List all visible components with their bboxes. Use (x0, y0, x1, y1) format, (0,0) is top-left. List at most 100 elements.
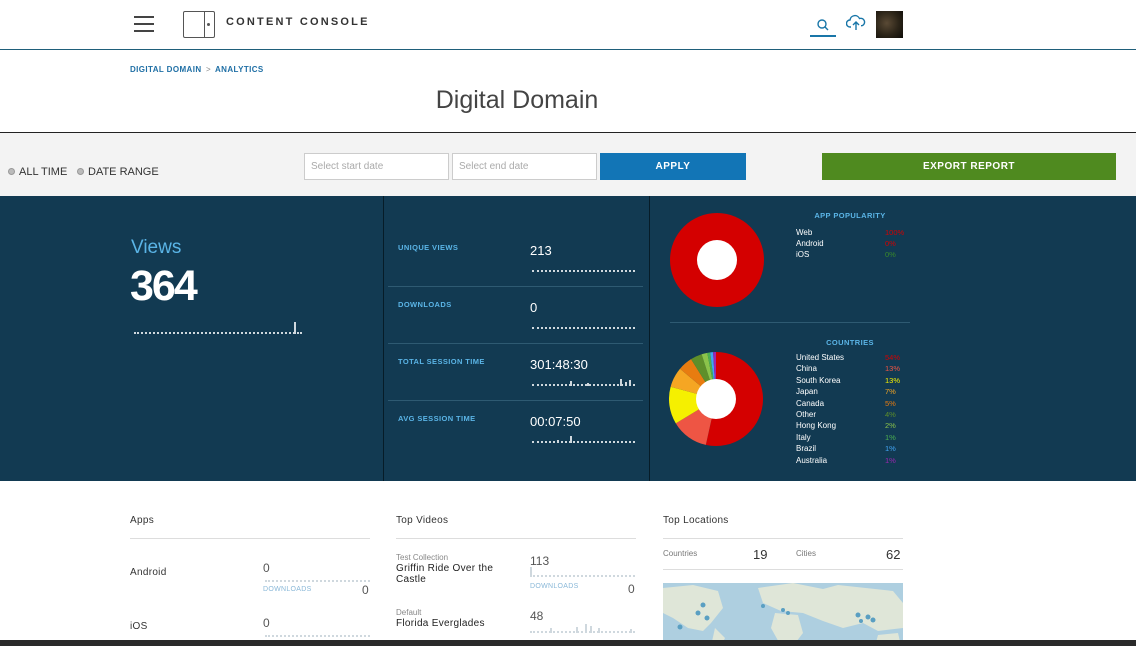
metric-label-downloads: DOWNLOADS (398, 300, 452, 309)
countries-donut (669, 352, 763, 446)
legend-name: China (796, 364, 817, 374)
downloads-label: DOWNLOADS (530, 583, 579, 590)
legend-name: United States (796, 353, 845, 362)
legend-value: 13% (885, 375, 901, 385)
metric-label-total-session-time: TOTAL SESSION TIME (398, 357, 485, 366)
divider (388, 400, 643, 401)
video-collection: Test Collection (396, 553, 449, 562)
metric-value-total-session-time: 301:48:30 (530, 357, 588, 372)
top-locations-section-title: Top Locations (663, 515, 729, 526)
video-views: 113 (530, 554, 550, 568)
unique-views-sparkline (532, 262, 635, 272)
breadcrumb-item-digital-domain[interactable]: DIGITAL DOMAIN (130, 65, 202, 74)
breadcrumb-separator: > (206, 65, 212, 74)
page-title: Digital Domain (435, 86, 599, 114)
search-icon[interactable] (810, 12, 836, 37)
app-popularity-title: APP POPULARITY (814, 211, 886, 220)
stats-panel: Views 364 UNIQUE VIEWS 213 DOWNLOADS 0 T… (0, 196, 1136, 481)
app-row-sparkline (265, 627, 370, 637)
legend-name: South Korea (796, 375, 841, 385)
legend-value: 1% (885, 444, 896, 454)
video-views: 48 (530, 609, 544, 623)
video-title[interactable]: Florida Everglades (396, 618, 521, 629)
radio-label: DATE RANGE (88, 166, 159, 178)
export-report-button[interactable]: EXPORT REPORT (822, 153, 1116, 180)
divider (396, 538, 636, 539)
views-sparkline (134, 322, 302, 334)
app-row-name[interactable]: Android (130, 567, 167, 578)
filter-bar: ALL TIME DATE RANGE APPLY EXPORT REPORT (0, 132, 1136, 196)
legend-name: Hong Kong (796, 421, 837, 431)
legend-value: 2% (885, 421, 896, 431)
divider (388, 343, 643, 344)
metric-label-avg-session-time: AVG SESSION TIME (398, 414, 476, 423)
video-collection: Default (396, 608, 422, 617)
app-row-sparkline (265, 572, 370, 582)
metric-value-avg-session-time: 00:07:50 (530, 414, 581, 429)
divider (663, 538, 903, 539)
video-downloads: 0 (628, 582, 635, 596)
divider (663, 569, 903, 570)
brand-title: CONTENT CONSOLE (226, 16, 370, 28)
metric-value-unique-views: 213 (530, 243, 552, 258)
legend-value: 54% (885, 353, 901, 362)
start-date-input[interactable] (304, 153, 449, 180)
breadcrumb-item-analytics[interactable]: ANALYTICS (215, 65, 264, 74)
downloads-sparkline (532, 319, 635, 329)
downloads-label: DOWNLOADS (263, 586, 312, 593)
app-row-downloads: 0 (362, 583, 369, 597)
radio-icon (8, 168, 15, 175)
legend-name: Canada (796, 398, 825, 408)
legend-value: 100% (885, 228, 905, 237)
legend-value: 7% (885, 387, 896, 397)
video-title[interactable]: Griffin Ride Over the Castle (396, 563, 521, 585)
legend-value: 1% (885, 455, 896, 465)
divider (130, 538, 370, 539)
countries-title: COUNTRIES (826, 338, 874, 347)
metric-label-unique-views: UNIQUE VIEWS (398, 243, 459, 252)
divider (383, 196, 384, 481)
divider (388, 286, 643, 287)
legend-name: Australia (796, 455, 828, 465)
legend-name: Italy (796, 432, 811, 442)
menu-icon[interactable] (134, 16, 154, 32)
video-sparkline (530, 567, 635, 577)
app-popularity-donut (670, 213, 764, 307)
top-bar: CONTENT CONSOLE (0, 0, 1136, 50)
donut-hole (696, 379, 736, 419)
app-row-name[interactable]: iOS (130, 621, 148, 632)
views-label: Views (131, 237, 182, 258)
legend-name: Other (796, 410, 817, 419)
video-sparkline (530, 623, 635, 633)
legend-name: iOS (796, 250, 810, 259)
views-value: 364 (130, 262, 198, 310)
legend-value: 4% (885, 410, 896, 419)
total-session-sparkline (532, 376, 635, 386)
legend-name: Japan (796, 387, 818, 397)
legend-value: 13% (885, 364, 901, 374)
legend-value: 5% (885, 398, 896, 408)
avatar[interactable] (876, 11, 903, 38)
cities-count-label: Cities (796, 549, 817, 558)
end-date-input[interactable] (452, 153, 597, 180)
upload-cloud-icon[interactable] (845, 14, 866, 37)
radio-all-time[interactable]: ALL TIME (8, 166, 67, 178)
radio-date-range[interactable]: DATE RANGE (77, 166, 159, 178)
cities-count-value: 62 (886, 547, 901, 562)
logo-icon (183, 11, 215, 38)
divider (670, 322, 910, 323)
top-videos-section-title: Top Videos (396, 515, 449, 526)
legend-value: 1% (885, 432, 896, 442)
radio-icon (77, 168, 84, 175)
legend-name: Web (796, 228, 813, 237)
legend-name: Android (796, 239, 824, 248)
legend-name: Brazil (796, 444, 817, 454)
divider (649, 196, 650, 481)
legend-value: 0% (885, 239, 896, 248)
avg-session-sparkline (532, 433, 635, 443)
locations-map[interactable] (663, 583, 903, 646)
countries-count-label: Countries (663, 549, 698, 558)
apply-button[interactable]: APPLY (600, 153, 746, 180)
metric-value-downloads: 0 (530, 300, 538, 315)
countries-count-value: 19 (753, 547, 768, 562)
